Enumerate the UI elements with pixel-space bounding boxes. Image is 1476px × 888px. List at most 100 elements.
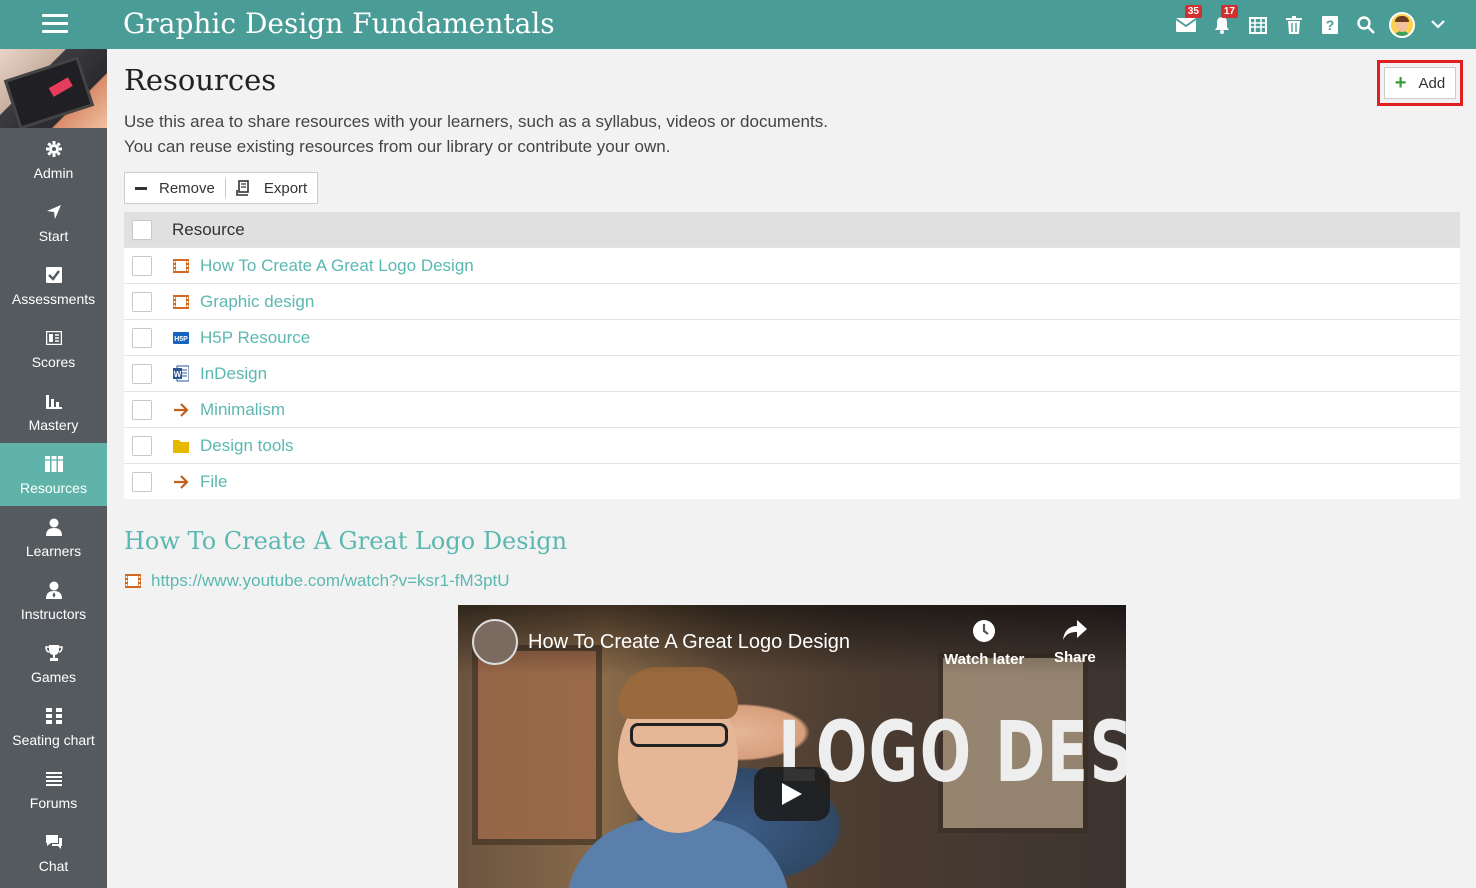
plus-icon: + [1394, 72, 1407, 94]
sidebar-item-label: Admin [33, 164, 74, 181]
help-button[interactable]: ? [1312, 0, 1348, 49]
table-row: W InDesign [124, 355, 1460, 391]
envelope-icon [1176, 17, 1196, 32]
resource-link[interactable]: H5P Resource [200, 328, 310, 348]
main-content: Resources Use this area to share resourc… [107, 49, 1476, 888]
sidebar-item-learners[interactable]: Learners [0, 506, 107, 569]
sidebar-item-scores[interactable]: Scores [0, 317, 107, 380]
watch-later-button[interactable]: Watch later [944, 619, 1024, 668]
calendar-button[interactable] [1240, 0, 1276, 49]
video-title[interactable]: How To Create A Great Logo Design [528, 631, 850, 654]
add-button-label: Add [1418, 74, 1446, 92]
link-arrow-icon [174, 402, 189, 417]
sidebar-item-forums[interactable]: Forums [0, 758, 107, 821]
checkbox-icon [45, 266, 62, 283]
user-icon [45, 518, 62, 536]
add-button[interactable]: + Add [1384, 67, 1456, 99]
notifications-button[interactable]: 17 [1204, 0, 1240, 49]
top-icons: 35 17 ? [1168, 0, 1456, 49]
video-player[interactable]: LOGO DESIGN How To Create A Great Logo D… [458, 605, 1126, 888]
svg-text:?: ? [1326, 17, 1335, 33]
clock-icon [973, 620, 996, 642]
chat-icon [45, 834, 62, 849]
resource-detail-title[interactable]: How To Create A Great Logo Design [124, 527, 567, 555]
sidebar-item-label: Resources [20, 479, 87, 496]
export-icon [236, 180, 249, 196]
table-row: Minimalism [124, 391, 1460, 427]
bell-icon [1215, 16, 1229, 34]
video-icon [173, 258, 189, 273]
course-thumbnail[interactable] [0, 49, 107, 128]
messages-badge: 35 [1184, 5, 1202, 18]
sidebar: Admin Start Assessments Scores Mastery R… [0, 49, 107, 888]
user-menu[interactable] [1384, 0, 1420, 49]
bar-chart-icon [45, 394, 62, 409]
gear-icon [45, 140, 62, 157]
gradebook-icon [45, 330, 62, 345]
user-menu-toggle[interactable] [1420, 0, 1456, 49]
resource-link[interactable]: How To Create A Great Logo Design [200, 256, 474, 276]
resource-url-link[interactable]: https://www.youtube.com/watch?v=ksr1-fM3… [151, 571, 510, 591]
sidebar-item-label: Instructors [20, 605, 87, 622]
minus-icon [135, 186, 147, 190]
video-overlay-text: LOGO DESIGN [778, 703, 1126, 801]
row-checkbox[interactable] [132, 471, 152, 492]
play-button[interactable] [754, 767, 830, 821]
resource-link[interactable]: InDesign [200, 364, 267, 384]
seating-icon [45, 707, 62, 724]
row-checkbox[interactable] [132, 327, 152, 348]
resource-link[interactable]: Design tools [200, 436, 294, 456]
instructor-icon [45, 581, 62, 599]
add-button-highlight: + Add [1377, 60, 1463, 106]
row-checkbox[interactable] [132, 363, 152, 384]
sidebar-item-admin[interactable]: Admin [0, 128, 107, 191]
row-checkbox[interactable] [132, 291, 152, 312]
sidebar-item-start[interactable]: Start [0, 191, 107, 254]
export-button-label: Export [263, 179, 308, 197]
folder-icon [173, 439, 189, 453]
play-icon [782, 783, 802, 805]
svg-text:H5P: H5P [174, 336, 188, 343]
row-checkbox[interactable] [132, 435, 152, 456]
resources-table: Resource How To Create A Great Logo Desi… [124, 212, 1460, 499]
table-row: Design tools [124, 427, 1460, 463]
share-icon [1062, 620, 1087, 640]
background-poster [472, 645, 602, 845]
table-row: How To Create A Great Logo Design [124, 247, 1460, 283]
resource-link[interactable]: File [200, 472, 227, 492]
sidebar-item-chat[interactable]: Chat [0, 821, 107, 884]
row-checkbox[interactable] [132, 399, 152, 420]
video-icon [173, 294, 189, 309]
trash-button[interactable] [1276, 0, 1312, 49]
sidebar-item-label: Seating chart [12, 731, 95, 748]
sidebar-item-games[interactable]: Games [0, 632, 107, 695]
export-button[interactable]: Export [226, 173, 317, 203]
row-checkbox[interactable] [132, 255, 152, 276]
menu-icon[interactable] [42, 14, 68, 34]
resource-link[interactable]: Minimalism [200, 400, 285, 420]
sidebar-item-resources[interactable]: Resources [0, 443, 107, 506]
resource-link[interactable]: Graphic design [200, 292, 314, 312]
sidebar-item-instructors[interactable]: Instructors [0, 569, 107, 632]
sidebar-item-seating-chart[interactable]: Seating chart [0, 695, 107, 758]
channel-avatar[interactable] [472, 619, 518, 665]
share-label: Share [1054, 649, 1096, 666]
table-row: H5P H5P Resource [124, 319, 1460, 355]
search-button[interactable] [1348, 0, 1384, 49]
search-icon [1357, 15, 1375, 34]
sidebar-item-label: Assessments [11, 290, 96, 307]
select-all-checkbox[interactable] [132, 219, 152, 240]
chevron-down-icon [1431, 20, 1445, 29]
books-icon [44, 455, 63, 472]
avatar [1389, 11, 1415, 38]
remove-button[interactable]: Remove [125, 173, 225, 203]
sidebar-item-label: Chat [38, 857, 69, 874]
messages-button[interactable]: 35 [1168, 0, 1204, 49]
sidebar-item-mastery[interactable]: Mastery [0, 380, 107, 443]
location-arrow-icon [46, 204, 61, 219]
sidebar-item-label: Forums [29, 794, 78, 811]
table-header: Resource [124, 212, 1460, 247]
video-icon [125, 574, 141, 588]
sidebar-item-assessments[interactable]: Assessments [0, 254, 107, 317]
share-button[interactable]: Share [1054, 619, 1096, 666]
